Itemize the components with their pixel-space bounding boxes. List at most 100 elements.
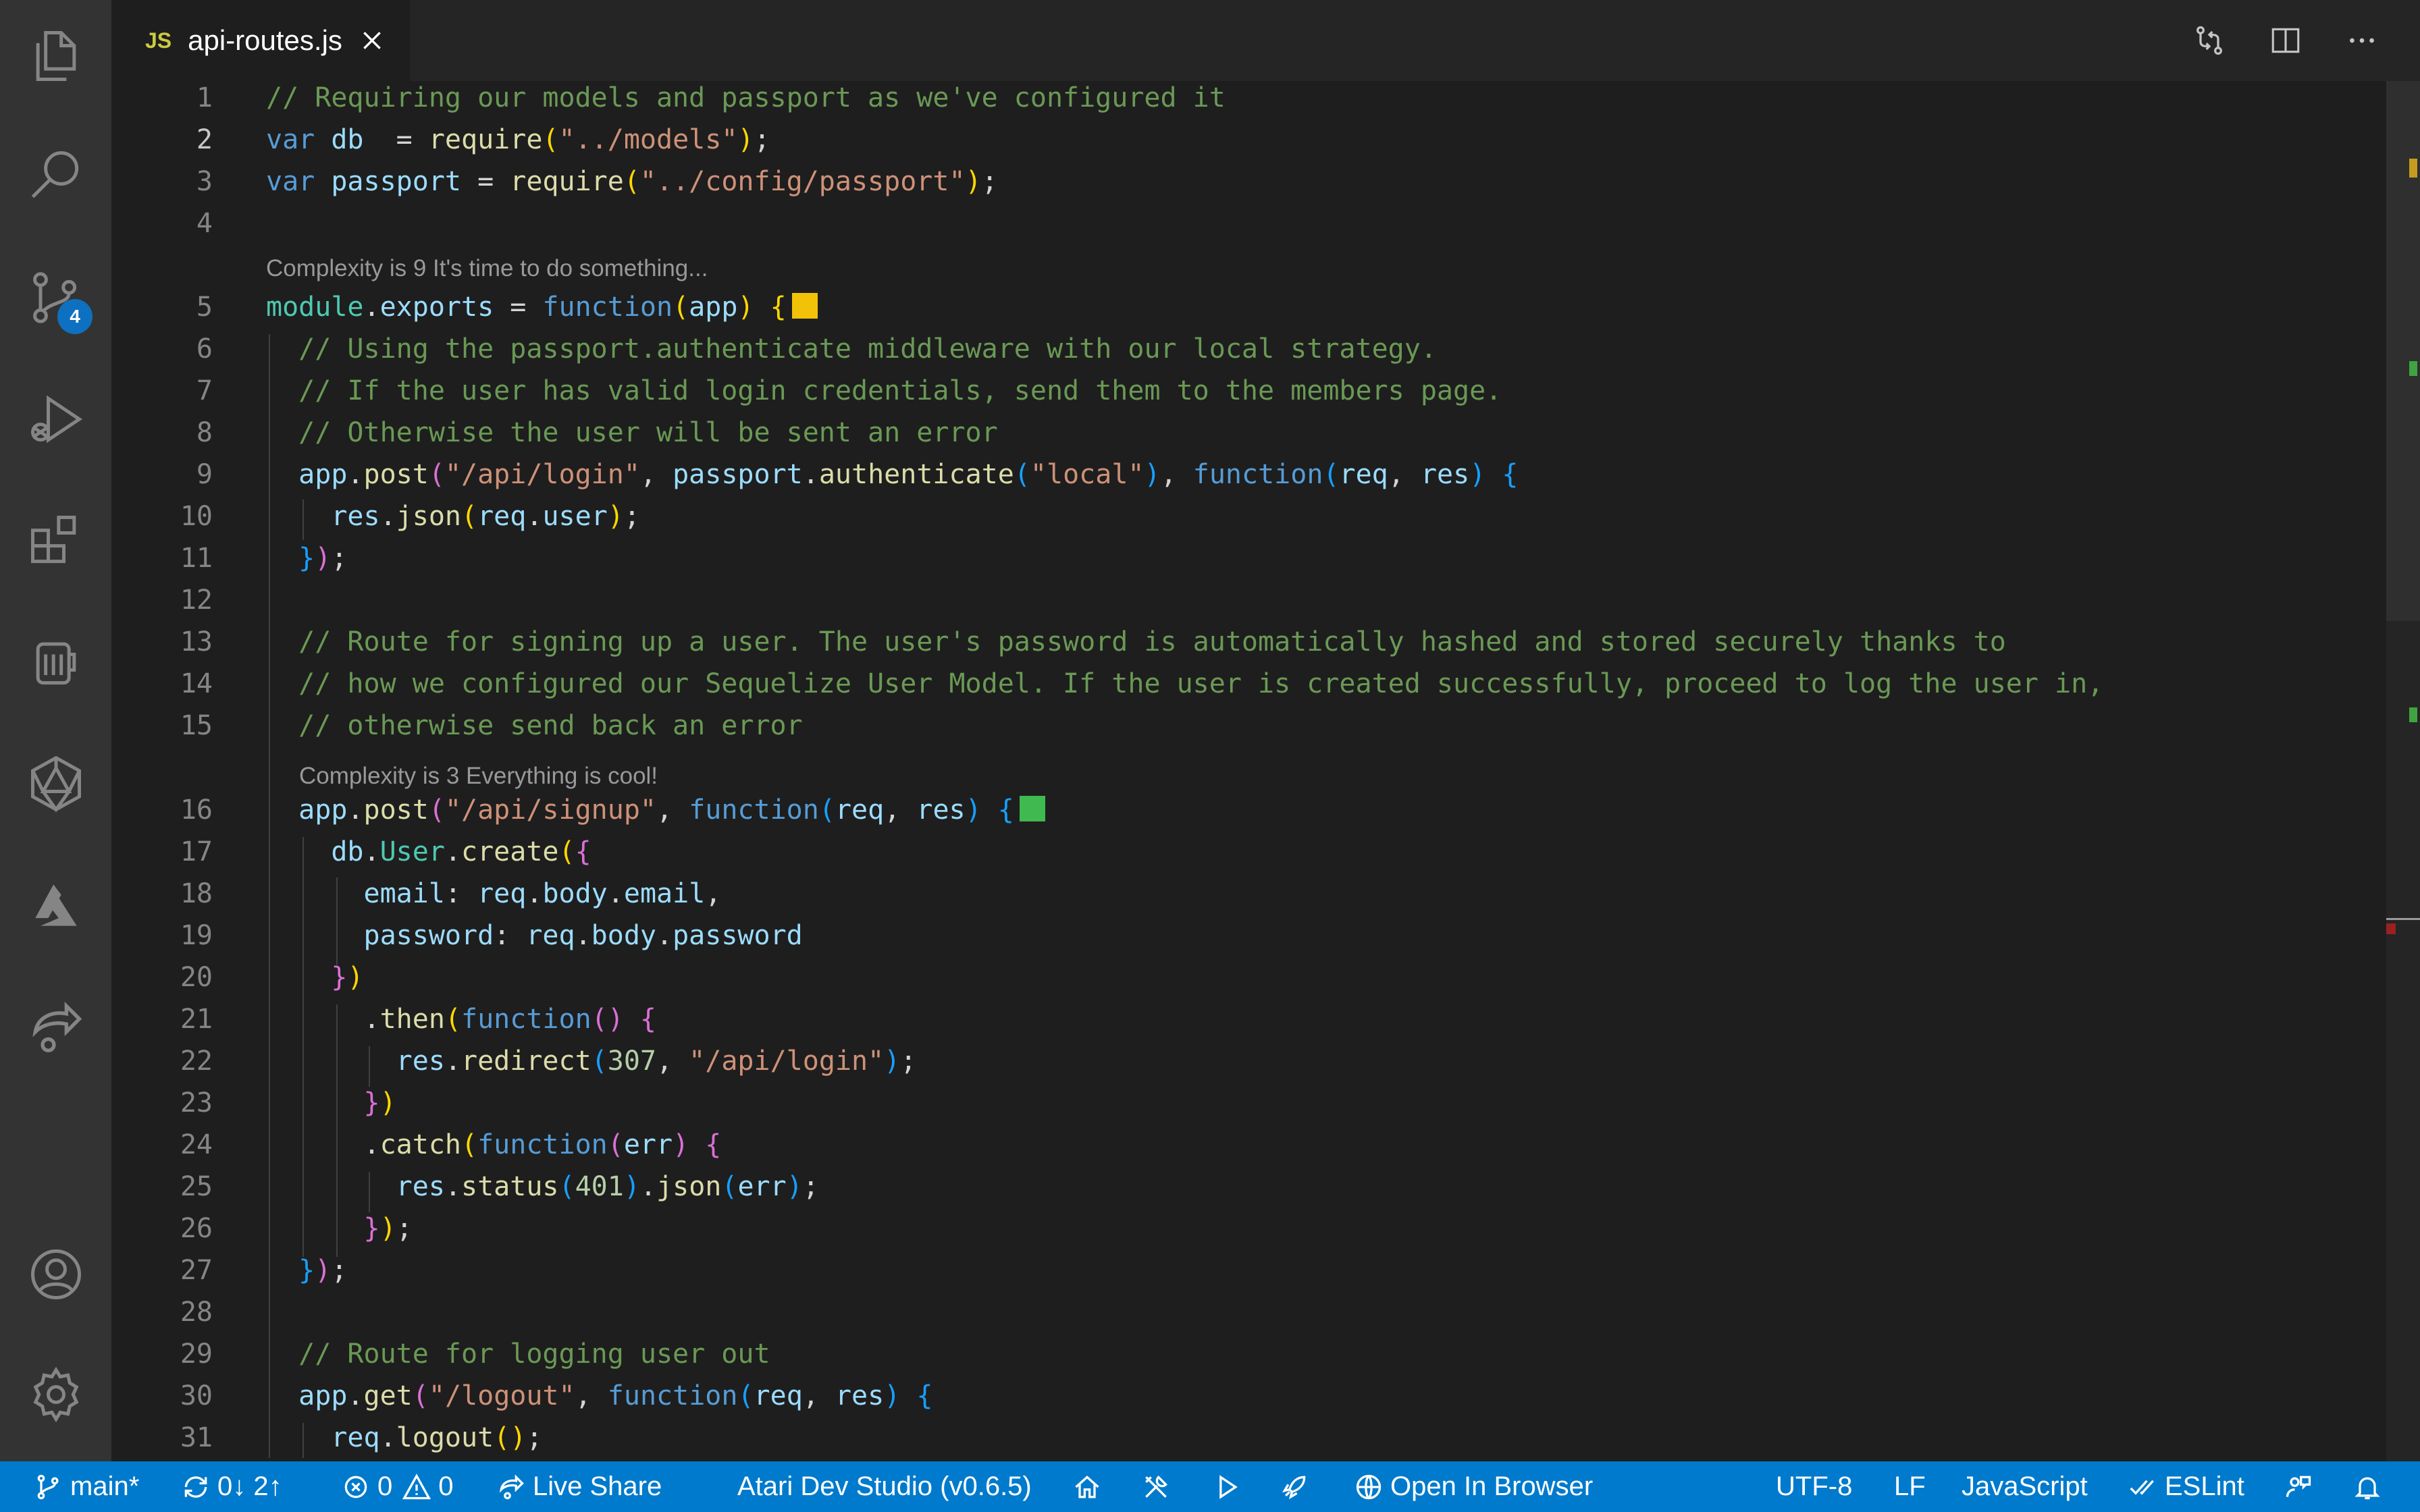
code-token: ; — [396, 1213, 413, 1244]
eol-status[interactable]: LF — [1894, 1461, 1926, 1512]
line-number: 29 — [180, 1339, 213, 1370]
rocket-icon[interactable] — [1280, 1461, 1316, 1512]
code-token: ; — [331, 543, 348, 574]
code-token: app — [298, 459, 348, 490]
code-token: . — [639, 1171, 657, 1202]
line-number: 28 — [180, 1297, 213, 1328]
code-token: res — [331, 501, 380, 532]
line-number: 2 — [196, 124, 213, 155]
indent-guide — [269, 334, 270, 1458]
code-token: ) — [965, 166, 982, 197]
code-line: // how we configured our Sequelize User … — [266, 668, 2103, 699]
code-token: . — [379, 1422, 396, 1453]
code-token: json — [396, 501, 461, 532]
code-token: ) — [315, 543, 332, 574]
live-share-status[interactable]: Live Share — [496, 1461, 662, 1512]
line-number: 22 — [180, 1046, 213, 1077]
code-token: res — [396, 1171, 445, 1202]
code-token: ) — [786, 1171, 803, 1202]
cursor-marker — [2386, 918, 2420, 920]
code-token: ( — [558, 1171, 575, 1202]
code-token: . — [363, 292, 380, 323]
code-token: ) — [965, 794, 982, 826]
code-editor[interactable]: 1 2 3 4 5 6 7 8 9 10 11 12 13 14 15 16 17 18 19 20 21 22 23 24 2… — [0, 0, 2384, 1461]
code-token: ( — [412, 1380, 429, 1411]
indent-guide — [302, 837, 304, 1257]
code-token: 307 — [607, 1046, 656, 1077]
sync-indicator[interactable]: 0↓ 2↑ — [181, 1461, 282, 1512]
code-line: }) — [266, 962, 363, 993]
complexity-code-lens[interactable]: Complexity is 3 Everything is cool! — [299, 763, 658, 790]
code-token: req — [835, 794, 885, 826]
code-line: res.status(401).json(err); — [266, 1171, 819, 1202]
line-number: 11 — [180, 543, 213, 574]
code-token: . — [444, 836, 462, 867]
line-number: 1 — [196, 82, 213, 113]
code-line: req.logout(); — [266, 1422, 542, 1453]
sync-label: 0↓ 2↑ — [217, 1472, 282, 1501]
code-token: user — [542, 501, 608, 532]
code-token: ( — [461, 1129, 478, 1160]
overview-ruler[interactable] — [2386, 81, 2420, 1461]
feedback-icon[interactable] — [2284, 1461, 2320, 1512]
code-token: err — [737, 1171, 787, 1202]
code-token: } — [331, 962, 348, 993]
code-line: module.exports = function(app) { — [266, 292, 818, 323]
code-token: logout — [396, 1422, 494, 1453]
code-token: () — [591, 1004, 624, 1035]
complexity-code-lens[interactable]: Complexity is 9 It's time to do somethin… — [266, 255, 708, 282]
indent-guide — [369, 1172, 370, 1212]
encoding-status[interactable]: UTF-8 — [1776, 1461, 1852, 1512]
code-line: email: req.body.email, — [266, 878, 722, 909]
code-token: ; — [900, 1046, 917, 1077]
eslint-status[interactable]: ESLint — [2128, 1461, 2244, 1512]
code-token: get — [363, 1380, 413, 1411]
language-mode-status[interactable]: JavaScript — [1962, 1461, 2088, 1512]
code-token: . — [266, 1004, 380, 1035]
code-token: authenticate — [818, 459, 1014, 490]
code-token: { — [916, 1380, 933, 1411]
code-token: json — [656, 1171, 722, 1202]
code-token: ( — [673, 292, 689, 323]
code-token: ( — [428, 794, 445, 826]
code-token: ( — [1014, 459, 1030, 490]
line-number: 25 — [180, 1171, 213, 1202]
line-number: 24 — [180, 1129, 213, 1160]
code-token: exports — [379, 292, 494, 323]
problems-indicator[interactable]: 0 0 — [341, 1461, 454, 1512]
atari-dev-studio-status[interactable]: Atari Dev Studio (v0.6.5) — [737, 1461, 1032, 1512]
code-token: = — [461, 166, 510, 197]
code-token: passport — [673, 459, 803, 490]
code-token: { — [997, 794, 1014, 826]
notifications-bell-icon[interactable] — [2352, 1461, 2389, 1512]
run-icon[interactable] — [1212, 1461, 1248, 1512]
line-number: 17 — [180, 836, 213, 867]
code-token: res — [916, 794, 966, 826]
code-token: , — [575, 1380, 608, 1411]
code-token: // Requiring our models and passport as … — [266, 82, 1226, 113]
code-token: , — [884, 794, 917, 826]
code-token: req — [1339, 459, 1388, 490]
open-in-browser-status[interactable]: Open In Browser — [1354, 1461, 1593, 1512]
tools-icon[interactable] — [1141, 1461, 1178, 1512]
code-token: , — [656, 794, 689, 826]
home-icon[interactable] — [1072, 1461, 1109, 1512]
line-number: 8 — [196, 417, 213, 448]
branch-indicator[interactable]: main* — [34, 1461, 139, 1512]
code-token: // Route for signing up a user. The user… — [298, 626, 2006, 657]
code-token: "local" — [1030, 459, 1145, 490]
code-token: . — [607, 878, 624, 909]
code-line: }); — [266, 1255, 347, 1286]
line-number: 19 — [180, 920, 213, 951]
code-token: ) — [1469, 459, 1486, 490]
